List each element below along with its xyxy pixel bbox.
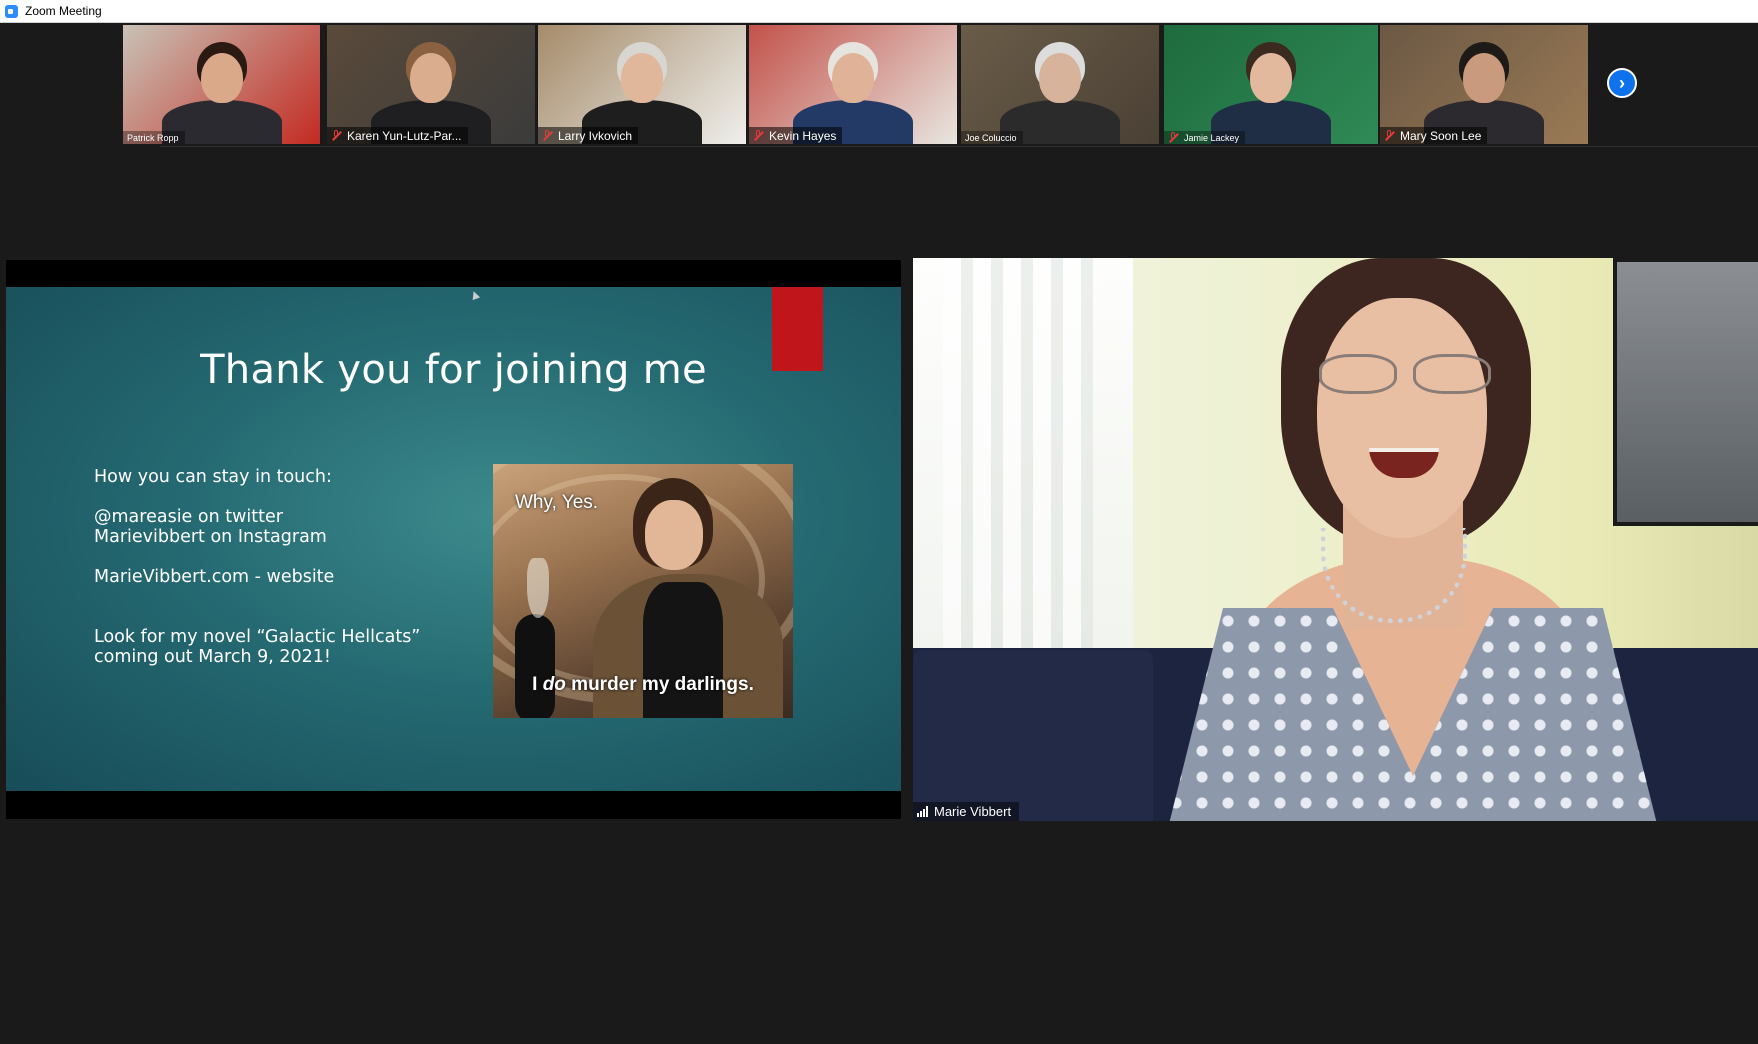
participant-name-label: Patrick Ropp [123,131,185,144]
participant-face [1463,53,1505,103]
participant-tile[interactable]: Karen Yun-Lutz-Par... [327,25,535,144]
meme-caption-pre: I [532,674,543,695]
meme-caption-em: do [542,674,566,695]
meme-image: Why, Yes. I do murder my darlings. [493,464,793,718]
speaker-glasses [1313,354,1493,394]
slide-line: @mareasie on twitter [94,507,283,527]
participant-tile[interactable]: Kevin Hayes [749,25,957,144]
slide-line: coming out March 9, 2021! [94,647,331,667]
slide-line: How you can stay in touch: [94,467,332,487]
signal-strength-icon [917,806,928,817]
participant-face [621,53,663,103]
window-title: Zoom Meeting [25,4,102,18]
participant-face [832,53,874,103]
slide-line: MarieVibbert.com - website [94,567,335,587]
meme-caption-bottom: I do murder my darlings. [493,674,793,696]
participant-tile[interactable]: Jamie Lackey [1164,25,1378,144]
active-speaker-video[interactable]: Marie Vibbert [913,258,1758,821]
participant-name: Mary Soon Lee [1400,128,1482,143]
meme-dress [643,582,723,718]
participant-tile[interactable]: Mary Soon Lee [1380,25,1588,144]
presentation-slide: Thank you for joining me How you can sta… [6,287,901,791]
participant-name: Jamie Lackey [1184,132,1240,143]
participant-name: Karen Yun-Lutz-Par... [347,128,462,143]
window-titlebar: Zoom Meeting [0,0,1758,23]
participant-name: Patrick Ropp [127,132,179,143]
slide-body: How you can stay in touch: @mareasie on … [94,467,420,667]
participant-tile[interactable]: Patrick Ropp [123,25,320,144]
slide-line: Marievibbert on Instagram [94,527,327,547]
next-participants-button[interactable]: › [1607,68,1637,98]
participant-name: Kevin Hayes [769,128,837,143]
participant-name-label: Joe Coluccio [961,131,1023,144]
speaker-name: Marie Vibbert [934,804,1012,819]
participant-tile[interactable]: Larry Ivkovich [538,25,746,144]
participant-name-label: Larry Ivkovich [538,127,639,144]
speaker-wall-poster [1613,258,1758,526]
meme-champagne-glass [527,558,549,618]
participant-face [200,53,243,103]
slide-line [94,607,420,627]
meme-caption-post: murder my darlings. [565,674,754,695]
participant-name-label: Jamie Lackey [1164,131,1246,144]
speaker-face [1317,298,1487,538]
slide-line [94,587,420,607]
meme-face [645,500,703,570]
slide-line [94,547,420,567]
speaker-sofa-arm [913,650,1153,821]
participant-face [1250,53,1292,103]
shared-screen[interactable]: Thank you for joining me How you can sta… [6,260,901,819]
microphone-muted-icon [331,130,342,141]
strip-divider [160,146,1758,147]
chevron-right-icon: › [1619,72,1625,93]
slide-line [94,487,420,507]
participant-name: Joe Coluccio [965,132,1017,143]
participant-face [410,53,452,103]
participant-face [1039,53,1081,103]
speaker-name-label: Marie Vibbert [913,802,1020,821]
speaker-curtain [943,258,1093,678]
meme-arm [515,614,555,718]
microphone-muted-icon [542,130,553,141]
participant-name-label: Karen Yun-Lutz-Par... [327,127,468,144]
microphone-muted-icon [1384,130,1395,141]
meme-caption-top: Why, Yes. [515,492,599,513]
slide-line: Look for my novel “Galactic Hellcats” [94,627,421,647]
microphone-muted-icon [753,130,764,141]
participant-name-label: Kevin Hayes [749,127,843,144]
zoom-app-icon [5,4,18,18]
microphone-muted-icon [1168,132,1179,143]
participant-tile[interactable]: Joe Coluccio [961,25,1159,144]
participant-name: Larry Ivkovich [558,128,633,143]
participant-name-label: Mary Soon Lee [1380,127,1488,144]
slide-title: Thank you for joining me [200,347,707,393]
